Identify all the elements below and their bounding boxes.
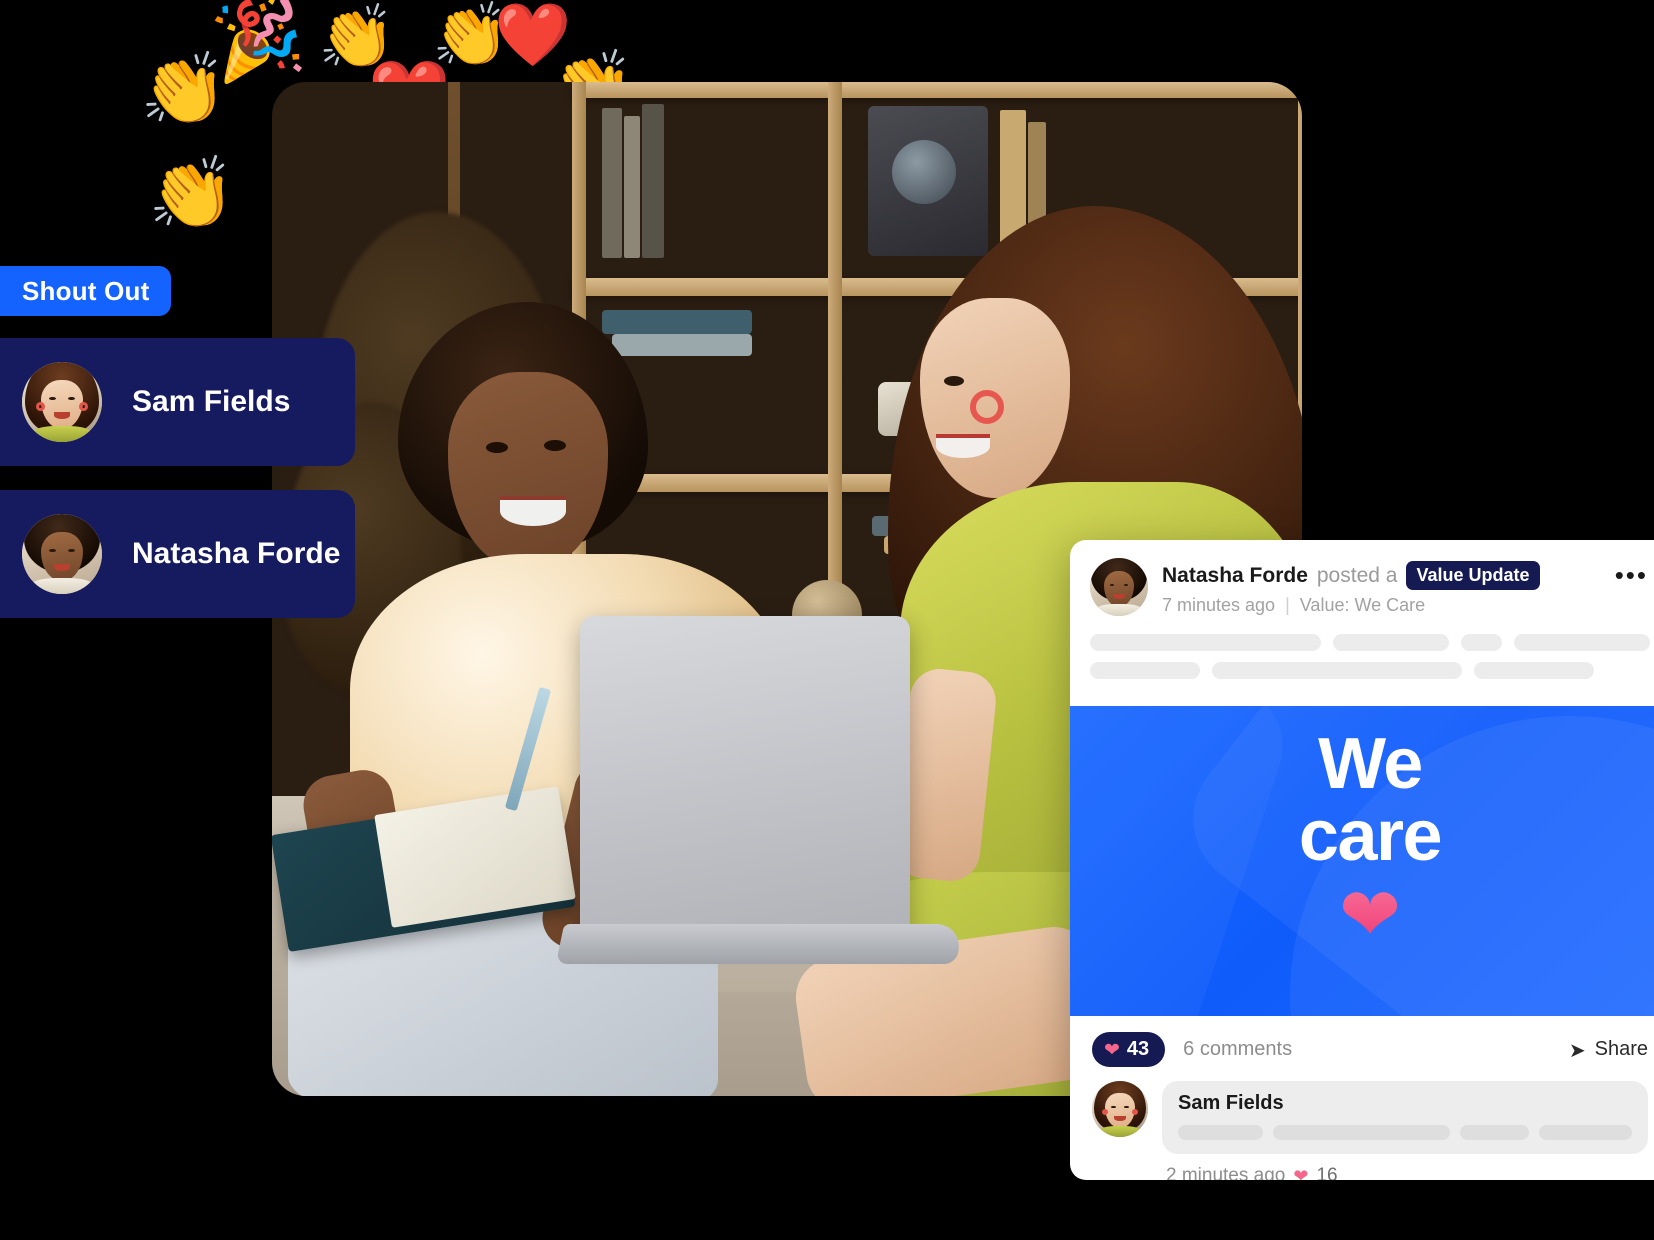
comment-author-name[interactable]: Sam Fields <box>1178 1092 1632 1115</box>
comment-bubble: Sam Fields <box>1162 1081 1648 1154</box>
reaction-count: 43 <box>1126 1038 1150 1060</box>
comments-count-link[interactable]: 6 comments <box>1183 1038 1292 1061</box>
post-author-name[interactable]: Natasha Forde <box>1162 564 1308 588</box>
post-value-label: Value: We Care <box>1299 595 1426 615</box>
heart-icon: ❤ <box>1293 1165 1309 1181</box>
placeholder-bar <box>1460 1125 1530 1140</box>
book <box>624 116 640 258</box>
more-options-icon[interactable]: ••• <box>1615 562 1650 588</box>
post-header-text: Natasha Forde posted a Value Update ••• … <box>1162 558 1650 616</box>
shout-out-person-name: Natasha Forde <box>132 537 341 570</box>
comment-meta: 2 minutes ago ❤ 16 <box>1162 1165 1648 1180</box>
post-meta-row: 7 minutes ago | Value: We Care <box>1162 595 1650 616</box>
hero-heart-icon: ❤ <box>1338 872 1401 958</box>
decorative-sphere <box>892 140 956 204</box>
hero-line-2: care <box>1298 796 1443 876</box>
comment-timestamp: 2 minutes ago <box>1166 1165 1286 1180</box>
reactions-bar: ❤ 43 6 comments ➤ Share <box>1070 1016 1654 1077</box>
placeholder-bar <box>1333 634 1450 651</box>
scene-root: 🎉👏👏❤️👏❤️👏😂😂🎉🎉👏👏 <box>0 0 1654 1240</box>
comment-item: Sam Fields 2 minutes ago ❤ 16 <box>1070 1077 1654 1180</box>
avatar-sam-fields <box>22 362 102 442</box>
placeholder-bar <box>1474 662 1594 679</box>
post-card: Natasha Forde posted a Value Update ••• … <box>1070 540 1654 1180</box>
shelf-board <box>572 82 1302 98</box>
hero-headline: We care <box>1070 706 1654 872</box>
post-body-placeholder <box>1070 626 1654 706</box>
book <box>602 108 622 258</box>
avatar-natasha-forde <box>22 514 102 594</box>
book <box>642 104 664 258</box>
value-hero-image[interactable]: We care ❤ <box>1070 706 1654 1016</box>
share-label: Share <box>1594 1038 1648 1060</box>
avatar-sam-fields[interactable] <box>1092 1081 1148 1137</box>
shout-out-person-card[interactable]: Natasha Forde <box>0 490 355 618</box>
meta-separator: | <box>1285 595 1290 615</box>
placeholder-bar <box>1212 662 1462 679</box>
shout-out-person-name: Sam Fields <box>132 385 291 418</box>
comment-body: Sam Fields 2 minutes ago ❤ 16 <box>1162 1081 1648 1180</box>
placeholder-bar <box>1178 1125 1263 1140</box>
avatar-natasha-forde[interactable] <box>1090 558 1148 616</box>
placeholder-bar <box>1513 634 1650 651</box>
placeholder-bar <box>1539 1125 1632 1140</box>
clapping-hands-emoji: 👏 <box>148 152 236 234</box>
book <box>602 310 752 334</box>
shout-out-person-card[interactable]: Sam Fields <box>0 338 355 466</box>
placeholder-bar <box>1090 634 1322 651</box>
laptop-lid <box>580 616 910 936</box>
placeholder-bar <box>1272 1125 1451 1140</box>
placeholder-bar <box>1461 634 1502 651</box>
heart-icon: ❤ <box>1104 1038 1120 1061</box>
placeholder-row <box>1090 634 1650 651</box>
comment-like-count: 16 <box>1316 1165 1338 1180</box>
placeholder-bar <box>1090 662 1200 679</box>
share-button[interactable]: ➤ Share <box>1569 1038 1648 1062</box>
comment-text-placeholder <box>1178 1125 1632 1140</box>
post-header: Natasha Forde posted a Value Update ••• … <box>1070 540 1654 626</box>
post-timestamp: 7 minutes ago <box>1162 595 1276 615</box>
post-action-text: posted a <box>1316 563 1398 587</box>
hero-line-1: We <box>1318 724 1423 804</box>
reaction-count-pill[interactable]: ❤ 43 <box>1092 1032 1166 1067</box>
laptop-base <box>555 924 965 964</box>
shout-out-badge[interactable]: Shout Out <box>0 266 172 316</box>
placeholder-row <box>1090 662 1650 679</box>
book <box>612 334 752 356</box>
post-author-row: Natasha Forde posted a Value Update ••• <box>1162 561 1650 590</box>
share-icon: ➤ <box>1568 1037 1586 1062</box>
post-type-badge[interactable]: Value Update <box>1406 561 1540 590</box>
